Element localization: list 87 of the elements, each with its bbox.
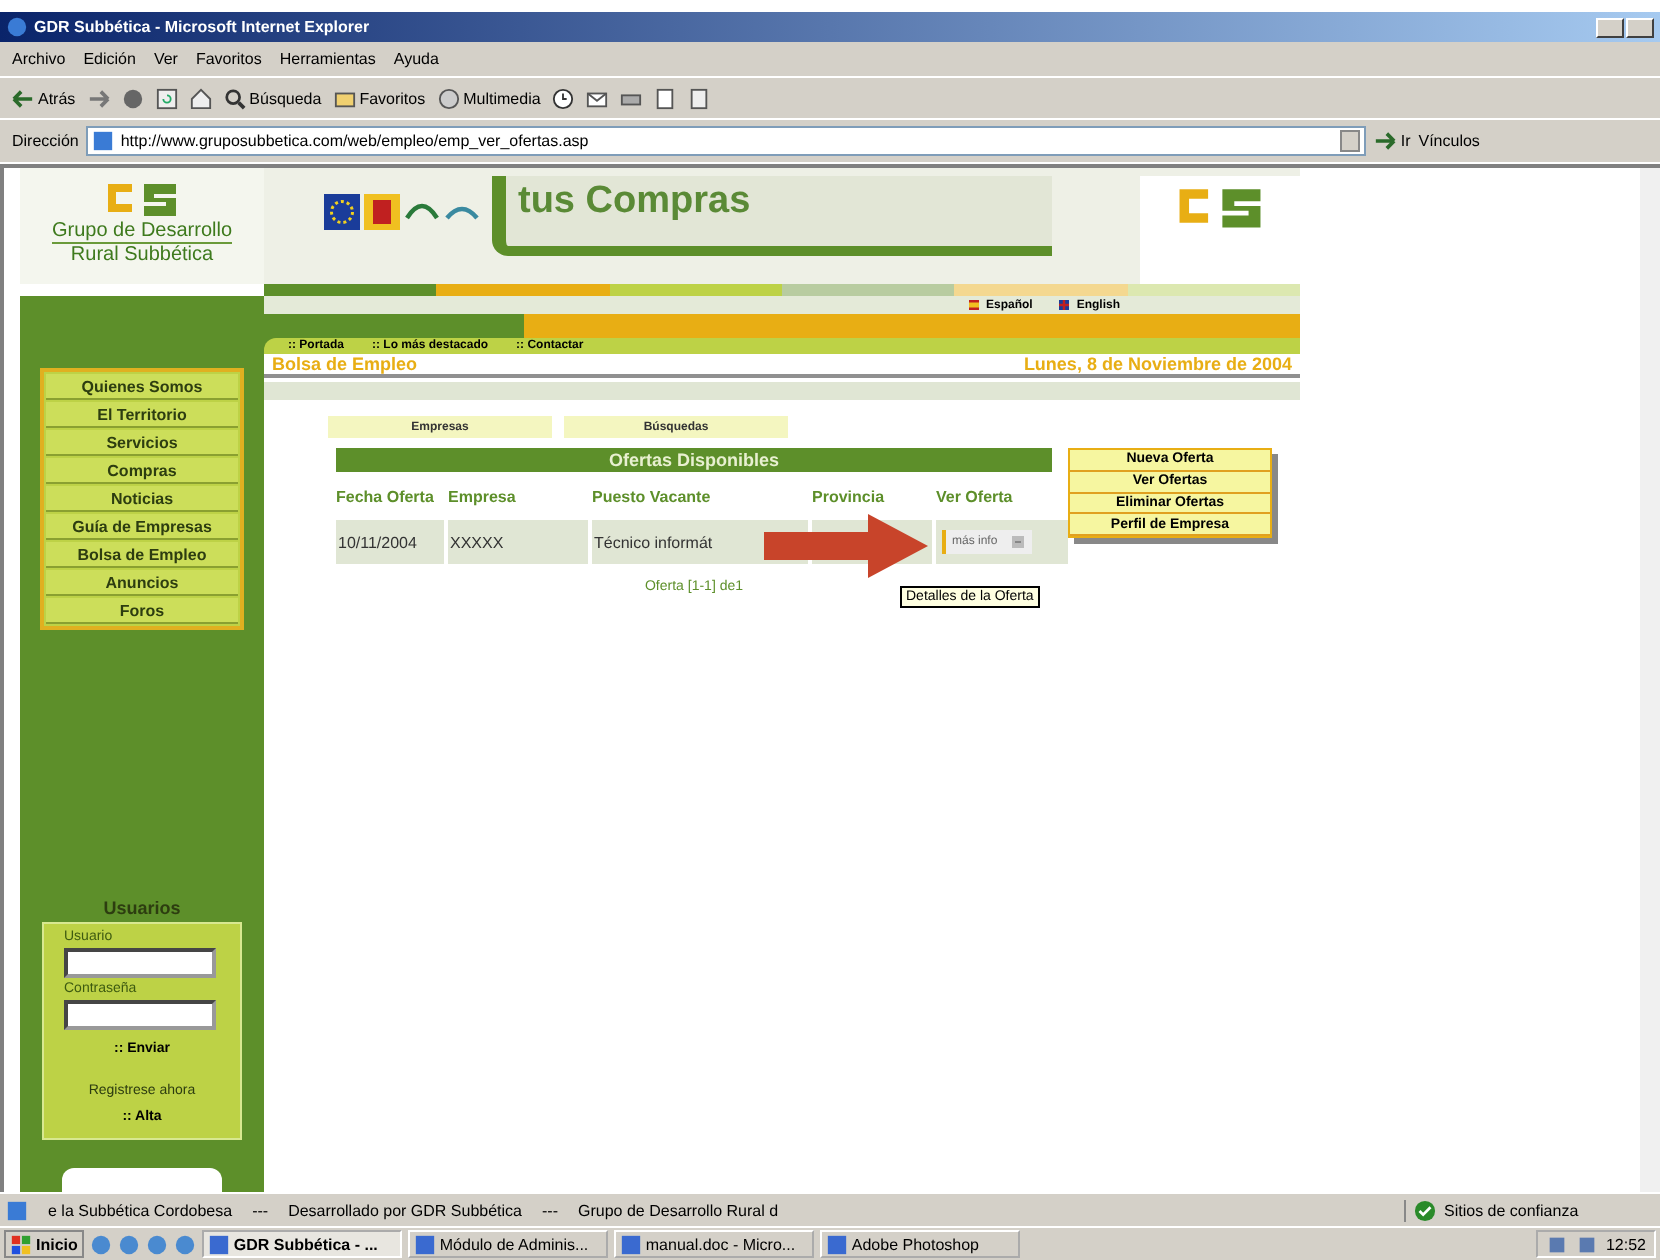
toolbar-button[interactable]: Multimedia (437, 87, 541, 109)
page-icon (6, 1199, 28, 1221)
menu-item[interactable]: Favoritos (195, 50, 262, 68)
toolbar-button[interactable]: Búsqueda (223, 87, 322, 109)
column-header: Fecha Oferta (336, 485, 436, 509)
house-icon (189, 87, 212, 109)
window-title: GDR Subbética - Microsoft Internet Explorer (34, 18, 370, 36)
sidebar-item[interactable]: Servicios (46, 430, 238, 456)
dropdown-button[interactable] (1340, 130, 1361, 152)
toolbar-button[interactable] (155, 87, 178, 109)
window-icon (413, 1233, 436, 1255)
column-header: Provincia (812, 485, 887, 509)
toolbar-button[interactable] (688, 87, 711, 109)
page-icon (92, 130, 115, 152)
arrow-right-icon (87, 87, 110, 109)
login-heading: Usuarios (103, 898, 181, 918)
menu-item[interactable]: Ayuda (393, 50, 439, 68)
toolbar-button[interactable] (189, 87, 212, 109)
column-header: Ver Oferta (936, 485, 1015, 509)
status-text: --- (542, 1201, 559, 1219)
logo-text: Rural Subbética (70, 244, 214, 266)
menu-item[interactable]: Edición (83, 50, 136, 68)
window-icon (207, 1233, 230, 1255)
table-title: Ofertas Disponibles (336, 448, 1052, 472)
flag-icon (965, 300, 982, 310)
flag-icon (1056, 300, 1073, 310)
status-text: Desarrollado por GDR Subbética (288, 1201, 523, 1219)
sidebar-item[interactable]: Compras (46, 458, 238, 484)
taskbar-button[interactable]: manual.doc - Micro... (613, 1230, 814, 1258)
arrow-right-icon (1374, 130, 1397, 152)
clock-text: 12:52 (1605, 1235, 1646, 1253)
menu-item[interactable]: Herramientas (279, 50, 376, 68)
status-text: e la Subbética Cordobesa (48, 1201, 233, 1219)
toolbar-button[interactable]: Atrás (12, 87, 76, 109)
sidebar-item[interactable]: Guía de Empresas (46, 514, 238, 540)
address-label: Dirección (12, 132, 79, 150)
minimize-button[interactable] (1596, 17, 1624, 37)
section-title: Bolsa de Empleo (272, 354, 418, 374)
sidebar-item[interactable]: Quienes Somos (46, 374, 238, 400)
flag-icon (324, 192, 360, 232)
column-header: Empresa (448, 485, 518, 510)
status-text: Grupo de Desarrollo Rural d (578, 1201, 779, 1219)
document-icon (654, 87, 677, 109)
taskbar-button[interactable]: Adobe Photoshop (819, 1230, 1020, 1258)
links-button[interactable]: Vínculos (1418, 132, 1480, 150)
table-cell: XXXXX (448, 520, 588, 564)
sidebar-item[interactable]: El Territorio (46, 402, 238, 428)
search-icon (223, 87, 246, 109)
sidebar-item[interactable]: Bolsa de Empleo (46, 542, 238, 568)
address-field[interactable]: http://www.gruposubbetica.com/web/empleo/emp_ver_ofertas.asp (86, 126, 1367, 156)
start-button[interactable]: Inicio (4, 1230, 84, 1258)
logo-text: Grupo de Desarrollo (51, 220, 233, 244)
window-icon (619, 1233, 642, 1255)
arrow-icon (1009, 536, 1026, 548)
folder-icon (333, 87, 356, 109)
status-text: --- (252, 1201, 269, 1219)
username-field[interactable] (64, 948, 216, 978)
taskbar-button[interactable]: Módulo de Adminis... (407, 1230, 608, 1258)
clock-icon (552, 87, 575, 109)
zone-text: Sitios de confianza (1444, 1201, 1579, 1219)
toolbar-button[interactable] (654, 87, 677, 109)
refresh-icon (155, 87, 178, 109)
menu-item[interactable]: Archivo (12, 50, 66, 68)
toolbar-button[interactable] (552, 87, 575, 109)
menu-item[interactable]: Ver (153, 50, 178, 68)
crest-icon (364, 192, 400, 232)
sidebar-item[interactable]: Noticias (46, 486, 238, 512)
date-text: Lunes, 8 de Noviembre de 2004 (1023, 354, 1292, 374)
sidebar-item[interactable]: Foros (46, 598, 238, 624)
toolbar-button[interactable]: Favoritos (333, 87, 426, 109)
banner-title: tus Compras (492, 176, 1052, 256)
page-icon (688, 87, 711, 109)
sidebar-item[interactable]: Anuncios (46, 570, 238, 596)
windows-logo-icon (10, 1233, 32, 1255)
taskbar-button[interactable]: GDR Subbética - ... (201, 1230, 402, 1258)
password-field[interactable] (64, 1000, 216, 1030)
table-cell: 10/11/2004 (336, 520, 444, 564)
go-button[interactable]: Ir (1374, 130, 1411, 152)
envelope-icon (586, 87, 609, 109)
column-header: Puesto Vacante (592, 485, 713, 509)
check-icon (1414, 1199, 1436, 1221)
arrow-left-icon (12, 87, 34, 109)
maximize-button[interactable] (1626, 17, 1654, 37)
scrollbar[interactable] (1640, 168, 1660, 1192)
stop-icon (121, 87, 144, 109)
window-icon (825, 1233, 848, 1255)
toolbar-button[interactable] (586, 87, 609, 109)
